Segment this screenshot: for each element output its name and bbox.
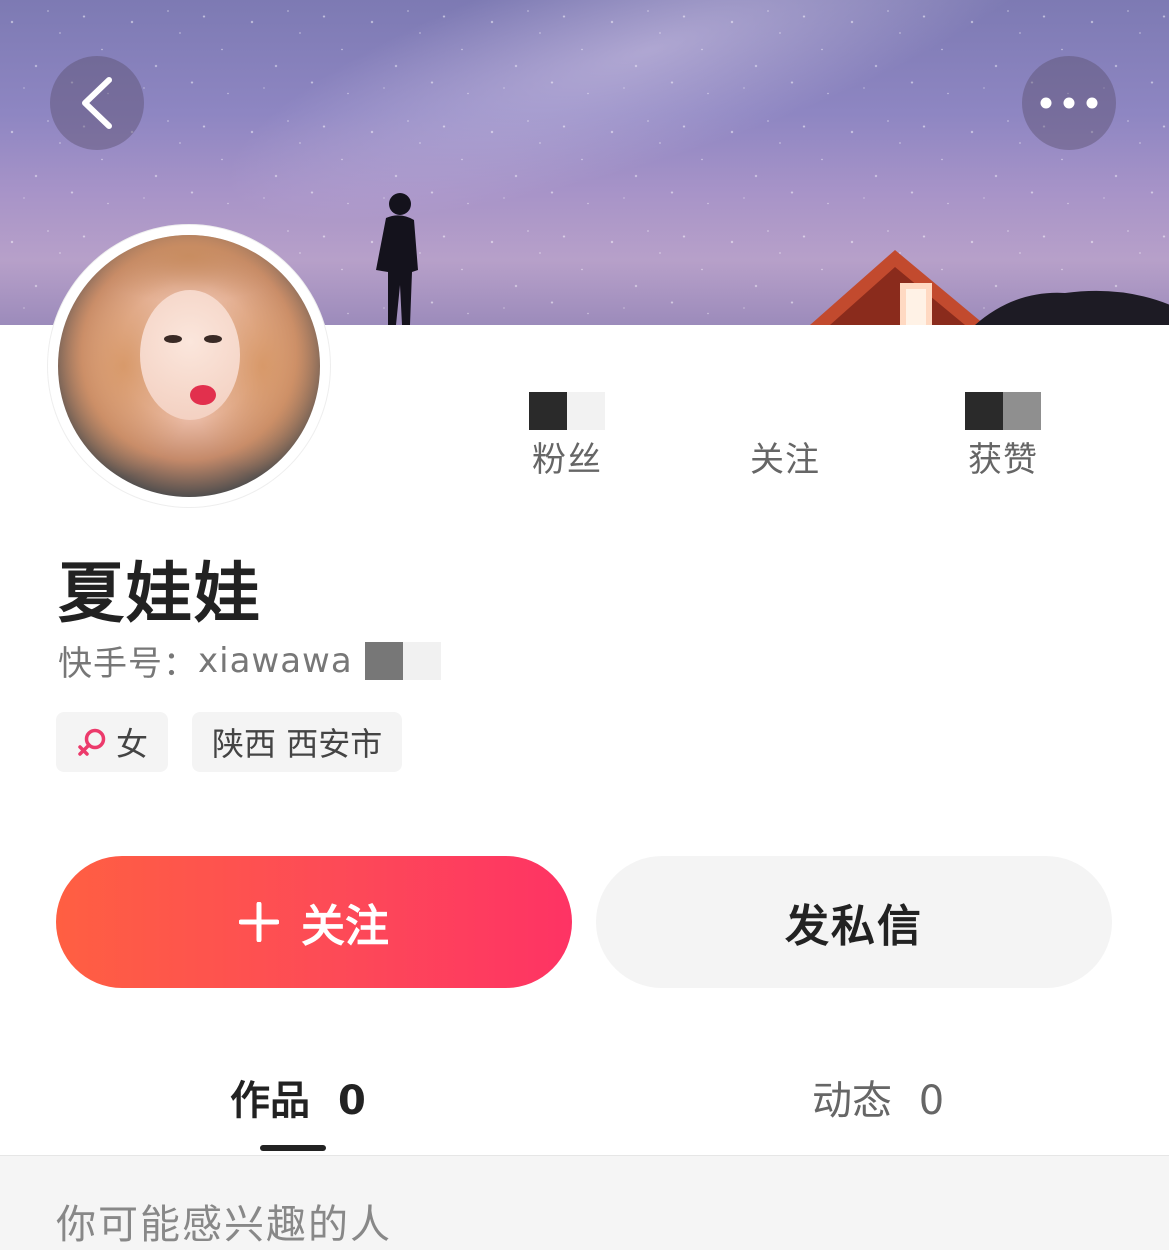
send-message-label: 发私信 (785, 901, 923, 952)
recommend-title: 你可能感兴趣的人 (56, 1202, 392, 1248)
stat-likes-label: 获赞 (968, 440, 1038, 480)
tab-active-indicator (260, 1145, 326, 1151)
location-label: 陕西 西安市 (212, 725, 383, 763)
tab-works[interactable]: 作品 0 (230, 1068, 366, 1126)
stat-following[interactable]: 关注 (710, 392, 860, 481)
location-tag: 陕西 西安市 (192, 712, 403, 772)
gender-label: 女 (116, 725, 149, 763)
tab-moments-label: 动态 (812, 1078, 892, 1124)
profile-id-value: xiawawa (198, 640, 353, 681)
profile-id-mask (402, 641, 441, 680)
stat-fans-label: 粉丝 (532, 440, 602, 480)
stat-likes-value-mask (928, 392, 1078, 430)
chevron-left-icon (82, 77, 112, 129)
more-horizontal-icon (1040, 97, 1098, 109)
stat-fans-value-mask (492, 392, 642, 430)
avatar[interactable] (48, 225, 330, 507)
stat-following-label: 关注 (750, 440, 820, 480)
tab-moments-count: 0 (918, 1078, 945, 1124)
more-button[interactable] (1022, 56, 1116, 150)
tab-moments[interactable]: 动态 0 (812, 1068, 944, 1126)
house-illustration (810, 250, 985, 325)
person-silhouette (376, 193, 418, 325)
hill-silhouette (975, 290, 1169, 325)
profile-id-label: 快手号： (58, 644, 198, 684)
avatar-photo (58, 235, 320, 497)
female-icon (78, 728, 106, 756)
stat-likes[interactable]: 获赞 (928, 392, 1078, 481)
tab-works-count: 0 (337, 1078, 366, 1124)
tab-works-label: 作品 (230, 1078, 310, 1124)
profile-name: 夏娃娃 (58, 555, 262, 632)
plus-icon (239, 902, 279, 942)
back-button[interactable] (50, 56, 144, 150)
follow-button-label: 关注 (301, 901, 389, 952)
gender-tag: 女 (56, 712, 169, 772)
profile-tags: 女 陕西 西安市 (56, 712, 403, 772)
profile-id-mask (364, 641, 403, 680)
stat-fans[interactable]: 粉丝 (492, 392, 642, 481)
stat-following-value-mask (710, 392, 860, 430)
send-message-button[interactable]: 发私信 (596, 856, 1112, 988)
follow-button[interactable]: 关注 (56, 856, 572, 988)
profile-id: 快手号： xiawawa (58, 636, 441, 685)
